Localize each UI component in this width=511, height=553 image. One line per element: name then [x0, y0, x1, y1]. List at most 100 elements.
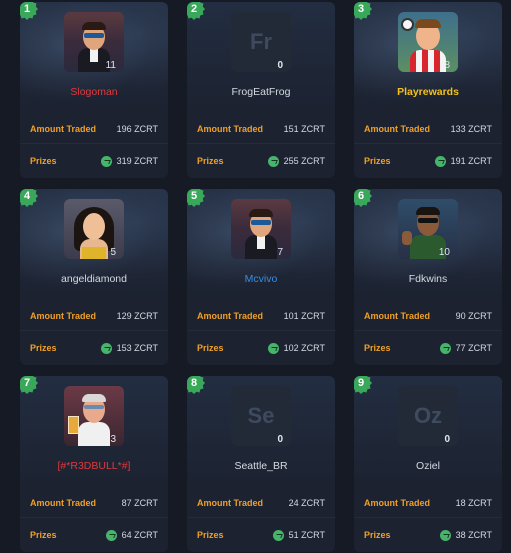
player-card[interactable]: 8 Se 0 Seattle_BR Amount Traded 24 ZCRT Prizes…	[187, 376, 335, 552]
amount-traded-row: Amount Traded 196 ZCRT	[30, 122, 158, 136]
amount-traded-label: Amount Traded	[197, 311, 264, 321]
amount-traded-label: Amount Traded	[197, 498, 264, 508]
prizes-label: Prizes	[30, 156, 57, 166]
green-coin-icon	[105, 529, 117, 541]
green-coin-icon	[100, 155, 112, 167]
amount-traded-label: Amount Traded	[30, 124, 97, 134]
level-badge: 10	[438, 247, 450, 258]
prize-value-wrap: 38 ZCRT	[439, 529, 492, 541]
amount-traded-row: Amount Traded 24 ZCRT	[197, 496, 325, 510]
avatar[interactable]: 3	[64, 386, 124, 446]
amount-traded-value: 90 ZCRT	[455, 311, 492, 321]
prizes-label: Prizes	[364, 530, 391, 540]
prizes-label: Prizes	[364, 156, 391, 166]
amount-traded-row: Amount Traded 18 ZCRT	[364, 496, 492, 510]
amount-traded-row: Amount Traded 87 ZCRT	[30, 496, 158, 510]
amount-traded-value: 87 ZCRT	[121, 498, 158, 508]
green-coin-icon	[267, 155, 279, 167]
amount-traded-label: Amount Traded	[30, 498, 97, 508]
username[interactable]: [#*R3DBULL*#]	[20, 460, 168, 472]
amount-traded-value: 196 ZCRT	[116, 124, 158, 134]
divider	[20, 143, 168, 144]
level-badge: 11	[105, 60, 116, 71]
amount-traded-label: Amount Traded	[30, 311, 97, 321]
player-card[interactable]: 9 Oz 0 Oziel Amount Traded 18 ZCRT Prizes 38 ZC…	[354, 376, 502, 552]
prize-value-wrap: 319 ZCRT	[100, 155, 158, 167]
prizes-label: Prizes	[30, 530, 57, 540]
prize-value-wrap: 153 ZCRT	[100, 342, 158, 354]
amount-traded-value: 129 ZCRT	[116, 311, 158, 321]
prizes-row: Prizes 51 ZCRT	[197, 528, 325, 542]
avatar[interactable]: 5	[64, 199, 124, 259]
player-card[interactable]: 7 3 [#*R3DBULL*#] Amount Traded 87 ZCRT Prize…	[20, 376, 168, 552]
prizes-row: Prizes 153 ZCRT	[30, 341, 158, 355]
avatar[interactable]: Se 0	[231, 386, 291, 446]
avatar[interactable]: 11	[64, 12, 124, 72]
username[interactable]: Seattle_BR	[187, 460, 335, 472]
prize-value-wrap: 77 ZCRT	[439, 342, 492, 354]
player-card[interactable]: 1 11 Slogoman Amount Traded 196 ZCRT Prizes 31…	[20, 2, 168, 178]
username[interactable]: Fdkwins	[354, 273, 502, 285]
level-badge: 0	[444, 434, 450, 445]
player-card[interactable]: 6 10 Fdkwins Amount Traded 90 ZCRT Prizes 77 Z…	[354, 189, 502, 365]
prize-value: 319 ZCRT	[116, 156, 158, 166]
prize-value-wrap: 255 ZCRT	[267, 155, 325, 167]
avatar[interactable]: Oz 0	[398, 386, 458, 446]
level-badge: 0	[277, 60, 283, 71]
player-card[interactable]: 2 Fr 0 FrogEatFrog Amount Traded 151 ZCRT Priz…	[187, 2, 335, 178]
player-card[interactable]: 4 5 angeldiamond Amount Traded 129 ZCRT Prize…	[20, 189, 168, 365]
amount-traded-label: Amount Traded	[364, 311, 431, 321]
prizes-row: Prizes 102 ZCRT	[197, 341, 325, 355]
player-card[interactable]: 3 8 Playrewards Amount Traded 133 ZCRT Prizes…	[354, 2, 502, 178]
prize-value-wrap: 51 ZCRT	[272, 529, 325, 541]
username[interactable]: Playrewards	[354, 86, 502, 98]
prize-value-wrap: 191 ZCRT	[434, 155, 492, 167]
amount-traded-row: Amount Traded 129 ZCRT	[30, 309, 158, 323]
avatar-initials: Oz	[413, 403, 443, 428]
green-coin-icon	[439, 342, 451, 354]
prize-value-wrap: 64 ZCRT	[105, 529, 158, 541]
level-badge: 8	[444, 60, 450, 71]
amount-traded-row: Amount Traded 133 ZCRT	[364, 122, 492, 136]
prize-value: 255 ZCRT	[283, 156, 325, 166]
avatar[interactable]: Fr 0	[231, 12, 291, 72]
green-coin-icon	[439, 529, 451, 541]
amount-traded-value: 24 ZCRT	[288, 498, 325, 508]
username[interactable]: Slogoman	[20, 86, 168, 98]
divider	[187, 143, 335, 144]
avatar-initials: Fr	[250, 29, 272, 54]
avatar[interactable]: 7	[231, 199, 291, 259]
prizes-row: Prizes 77 ZCRT	[364, 341, 492, 355]
prizes-row: Prizes 64 ZCRT	[30, 528, 158, 542]
player-card[interactable]: 5 7 Mcvivo Amount Traded 101 ZCRT Prizes 102 Z…	[187, 189, 335, 365]
amount-traded-row: Amount Traded 90 ZCRT	[364, 309, 492, 323]
username[interactable]: Mcvivo	[187, 273, 335, 285]
leaderboard-grid: 1 11 Slogoman Amount Traded 196 ZCRT Prizes 31…	[0, 0, 511, 553]
divider	[20, 517, 168, 518]
green-coin-icon	[100, 342, 112, 354]
amount-traded-label: Amount Traded	[197, 124, 264, 134]
green-coin-icon	[434, 155, 446, 167]
divider	[187, 517, 335, 518]
prizes-label: Prizes	[197, 530, 224, 540]
amount-traded-value: 133 ZCRT	[450, 124, 492, 134]
prizes-row: Prizes 38 ZCRT	[364, 528, 492, 542]
avatar[interactable]: 8	[398, 12, 458, 72]
username[interactable]: FrogEatFrog	[187, 86, 335, 98]
prizes-label: Prizes	[197, 156, 224, 166]
divider	[354, 330, 502, 331]
divider	[20, 330, 168, 331]
amount-traded-label: Amount Traded	[364, 498, 431, 508]
divider	[354, 143, 502, 144]
avatar[interactable]: 10	[398, 199, 458, 259]
amount-traded-value: 151 ZCRT	[283, 124, 325, 134]
amount-traded-value: 101 ZCRT	[283, 311, 325, 321]
prizes-row: Prizes 255 ZCRT	[197, 154, 325, 168]
amount-traded-label: Amount Traded	[364, 124, 431, 134]
green-coin-icon	[272, 529, 284, 541]
green-coin-icon	[267, 342, 279, 354]
username[interactable]: angeldiamond	[20, 273, 168, 285]
prizes-label: Prizes	[30, 343, 57, 353]
prize-value: 51 ZCRT	[288, 530, 325, 540]
username[interactable]: Oziel	[354, 460, 502, 472]
